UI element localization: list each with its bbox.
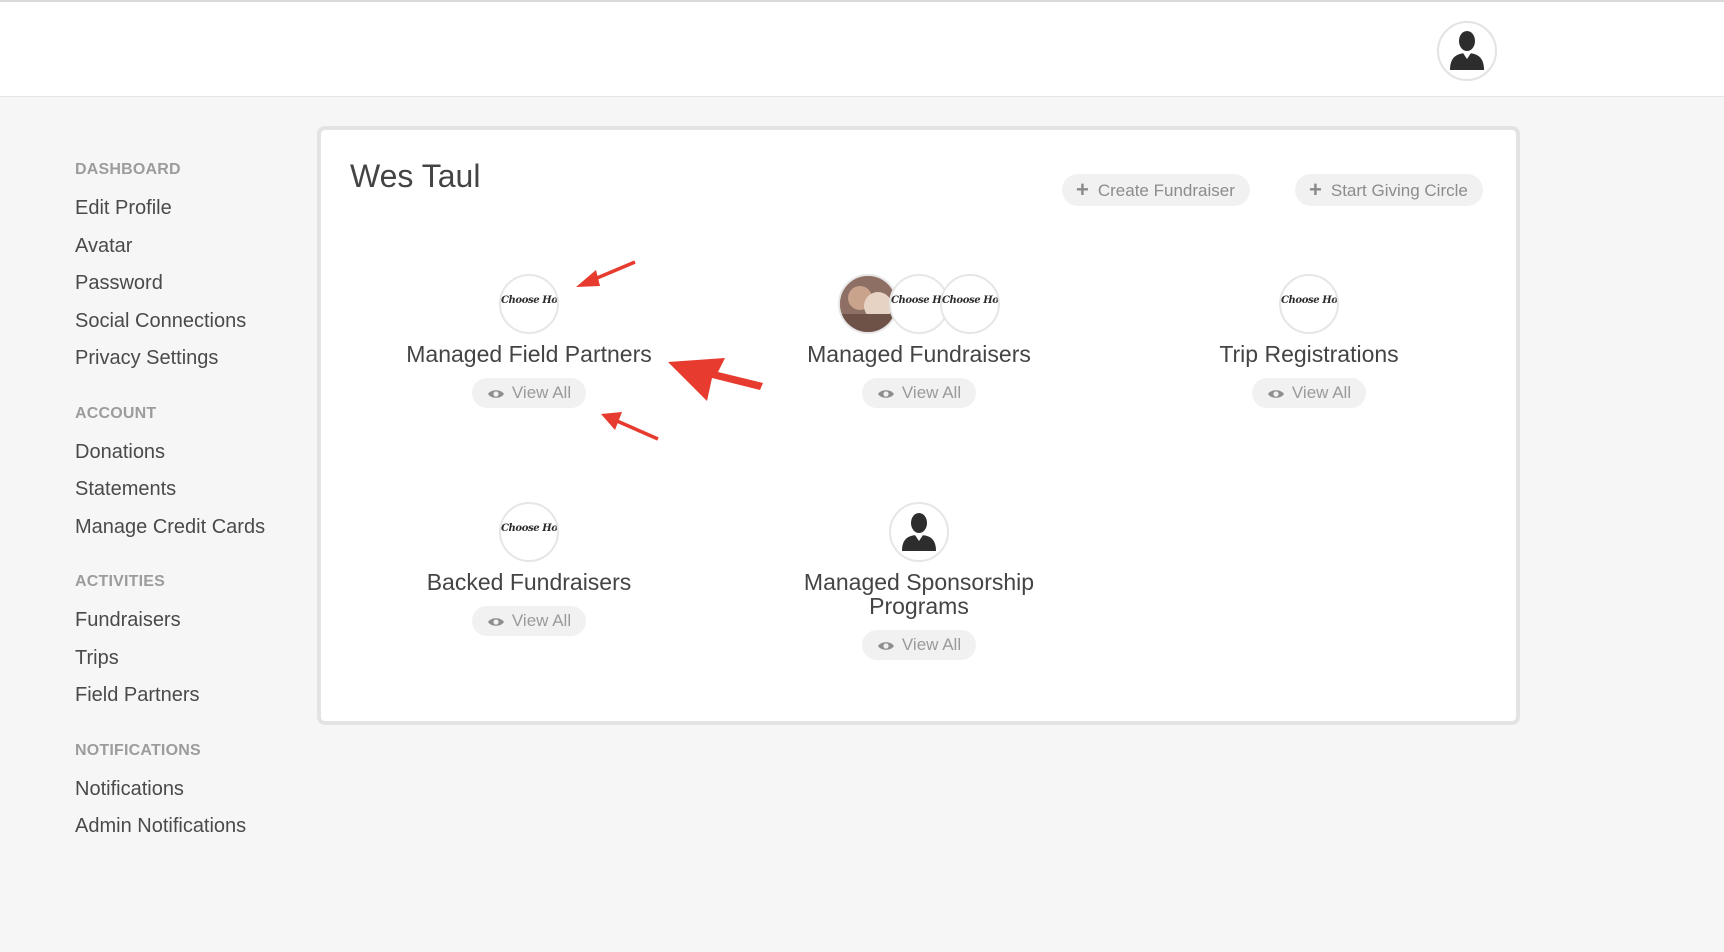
create-fundraiser-button[interactable]: + Create Fundraiser bbox=[1062, 174, 1250, 206]
organization-logo: Choose Hope bbox=[940, 274, 1000, 334]
tile-title: Managed Fundraisers bbox=[807, 341, 1031, 367]
sidebar-heading: NOTIFICATIONS bbox=[75, 741, 201, 759]
view-all-button[interactable]: View All bbox=[861, 630, 977, 660]
tile-managed-field-partners: Choose Hope Managed Field Partners View … bbox=[364, 274, 694, 408]
logo-text: Choose Hope bbox=[891, 295, 947, 306]
sidebar-item-privacy-settings[interactable]: Privacy Settings bbox=[75, 340, 305, 378]
eye-icon bbox=[877, 390, 894, 398]
dashboard-card: Wes Taul + Create Fundraiser + Start Givin… bbox=[317, 126, 1520, 725]
logo-text: Choose Hope bbox=[942, 295, 999, 306]
sidebar-item-edit-profile[interactable]: Edit Profile bbox=[75, 190, 305, 228]
sidebar-section-notifications: NOTIFICATIONS Notifications Admin Notifi… bbox=[75, 741, 305, 846]
sidebar-section-activities: ACTIVITIES Fundraisers Trips Field Partn… bbox=[75, 572, 305, 715]
sidebar-section-account: ACCOUNT Donations Statements Manage Cred… bbox=[75, 404, 305, 547]
sidebar-heading: DASHBOARD bbox=[75, 161, 181, 178]
sidebar-item-trips[interactable]: Trips bbox=[75, 640, 305, 678]
user-avatar-icon[interactable] bbox=[1437, 21, 1497, 81]
sidebar-item-social-connections[interactable]: Social Connections bbox=[75, 303, 305, 341]
view-all-label: View All bbox=[901, 635, 962, 654]
sidebar-item-donations[interactable]: Donations bbox=[75, 434, 305, 472]
eye-icon bbox=[1267, 390, 1284, 398]
tile-title: Backed Fundraisers bbox=[426, 569, 632, 595]
view-all-button[interactable]: View All bbox=[1251, 378, 1367, 408]
tile-managed-fundraisers: Choose Hope Choose Hope Managed Fundrais… bbox=[754, 274, 1084, 408]
page-title: Wes Taul bbox=[350, 158, 481, 194]
view-all-label: View All bbox=[511, 383, 572, 402]
sidebar-nav: DASHBOARD Edit Profile Avatar Password S… bbox=[75, 160, 305, 872]
eye-icon bbox=[487, 390, 504, 398]
sidebar-heading: ACTIVITIES bbox=[75, 573, 166, 590]
plus-icon: + bbox=[1076, 177, 1089, 202]
view-all-button[interactable]: View All bbox=[471, 606, 587, 636]
sidebar-item-statements[interactable]: Statements bbox=[75, 471, 305, 509]
tile-backed-fundraisers: Choose Hope Backed Fundraisers View All bbox=[364, 502, 694, 636]
start-giving-circle-button[interactable]: + Start Giving Circle bbox=[1295, 174, 1483, 206]
tile-trip-registrations: Choose Hope Trip Registrations View All bbox=[1144, 274, 1474, 408]
top-bar bbox=[0, 0, 1724, 97]
sidebar-item-notifications[interactable]: Notifications bbox=[75, 771, 305, 809]
tile-title: Managed Sponsorship Programs bbox=[803, 569, 1035, 619]
organization-logo: Choose Hope bbox=[1279, 274, 1339, 334]
tile-title: Managed Field Partners bbox=[406, 341, 652, 367]
sidebar-item-password[interactable]: Password bbox=[75, 265, 305, 303]
logo-text: Choose Hope bbox=[501, 295, 558, 306]
eye-icon bbox=[877, 642, 894, 650]
tile-managed-sponsorship-programs: Managed Sponsorship Programs View All bbox=[754, 502, 1084, 660]
sidebar-item-fundraisers[interactable]: Fundraisers bbox=[75, 602, 305, 640]
sidebar-heading: ACCOUNT bbox=[75, 404, 157, 422]
sidebar-item-admin-notifications[interactable]: Admin Notifications bbox=[75, 808, 305, 846]
sidebar-item-manage-credit-cards[interactable]: Manage Credit Cards bbox=[75, 509, 305, 547]
view-all-button[interactable]: View All bbox=[471, 378, 587, 408]
sidebar-item-avatar[interactable]: Avatar bbox=[75, 228, 305, 266]
view-all-label: View All bbox=[511, 611, 572, 630]
organization-logo: Choose Hope bbox=[499, 274, 559, 334]
view-all-label: View All bbox=[1291, 383, 1352, 402]
start-giving-circle-label: Start Giving Circle bbox=[1330, 181, 1468, 200]
eye-icon bbox=[487, 618, 504, 626]
user-silhouette-icon bbox=[889, 502, 949, 562]
view-all-button[interactable]: View All bbox=[861, 378, 977, 408]
create-fundraiser-label: Create Fundraiser bbox=[1097, 181, 1235, 200]
logo-text: Choose Hope bbox=[1281, 295, 1338, 306]
sidebar-section-dashboard: DASHBOARD Edit Profile Avatar Password S… bbox=[75, 160, 305, 378]
view-all-label: View All bbox=[901, 383, 962, 402]
organization-logo: Choose Hope bbox=[499, 502, 559, 562]
plus-icon: + bbox=[1309, 177, 1322, 202]
tile-title: Trip Registrations bbox=[1219, 341, 1399, 367]
logo-text: Choose Hope bbox=[501, 523, 558, 534]
sidebar-item-field-partners[interactable]: Field Partners bbox=[75, 677, 305, 715]
